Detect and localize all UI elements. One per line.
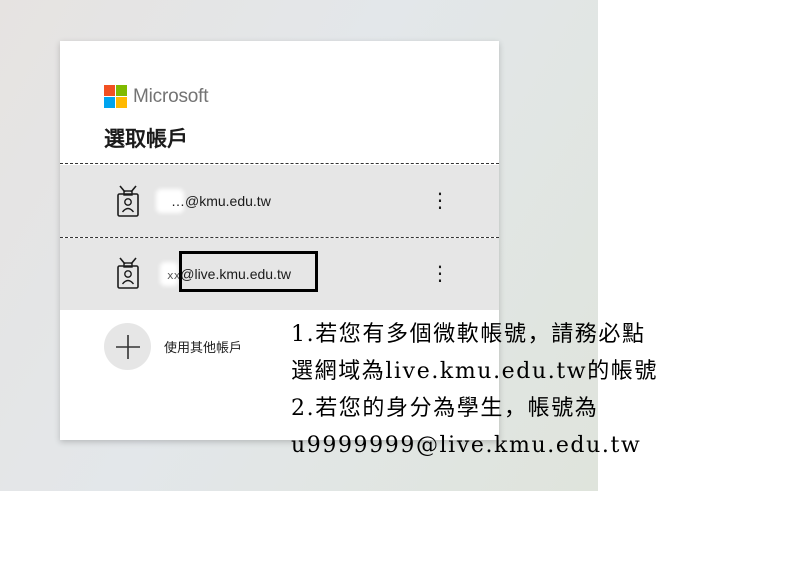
instruction-annotation: 1.若您有多個微軟帳號，請務必點 選網域為live.kmu.edu.tw的帳號 … <box>291 316 796 464</box>
account-email: …@kmu.edu.tw <box>171 193 271 209</box>
microsoft-logo-icon <box>104 85 127 108</box>
account-row-kmu[interactable]: …@kmu.edu.tw ⋮ <box>60 165 499 237</box>
annotation-line: 選網域為live.kmu.edu.tw的帳號 <box>291 359 659 384</box>
row-divider <box>60 163 499 164</box>
badge-icon <box>117 185 139 217</box>
plus-icon <box>104 323 151 370</box>
use-other-account-button[interactable]: 使用其他帳戶 <box>104 323 242 370</box>
more-options-icon[interactable]: ⋮ <box>430 262 450 286</box>
highlight-box <box>179 251 318 292</box>
more-options-icon[interactable]: ⋮ <box>430 189 450 213</box>
badge-icon <box>117 257 139 289</box>
annotation-line: 1.若您有多個微軟帳號，請務必點 <box>291 322 646 347</box>
brand-name: Microsoft <box>133 85 209 107</box>
annotation-line: u9999999@live.kmu.edu.tw <box>291 433 642 458</box>
annotation-line: 2.若您的身分為學生，帳號為 <box>291 396 599 421</box>
use-other-account-label: 使用其他帳戶 <box>164 341 243 356</box>
page-title: 選取帳戶 <box>104 127 188 151</box>
microsoft-brand: Microsoft <box>104 85 208 108</box>
